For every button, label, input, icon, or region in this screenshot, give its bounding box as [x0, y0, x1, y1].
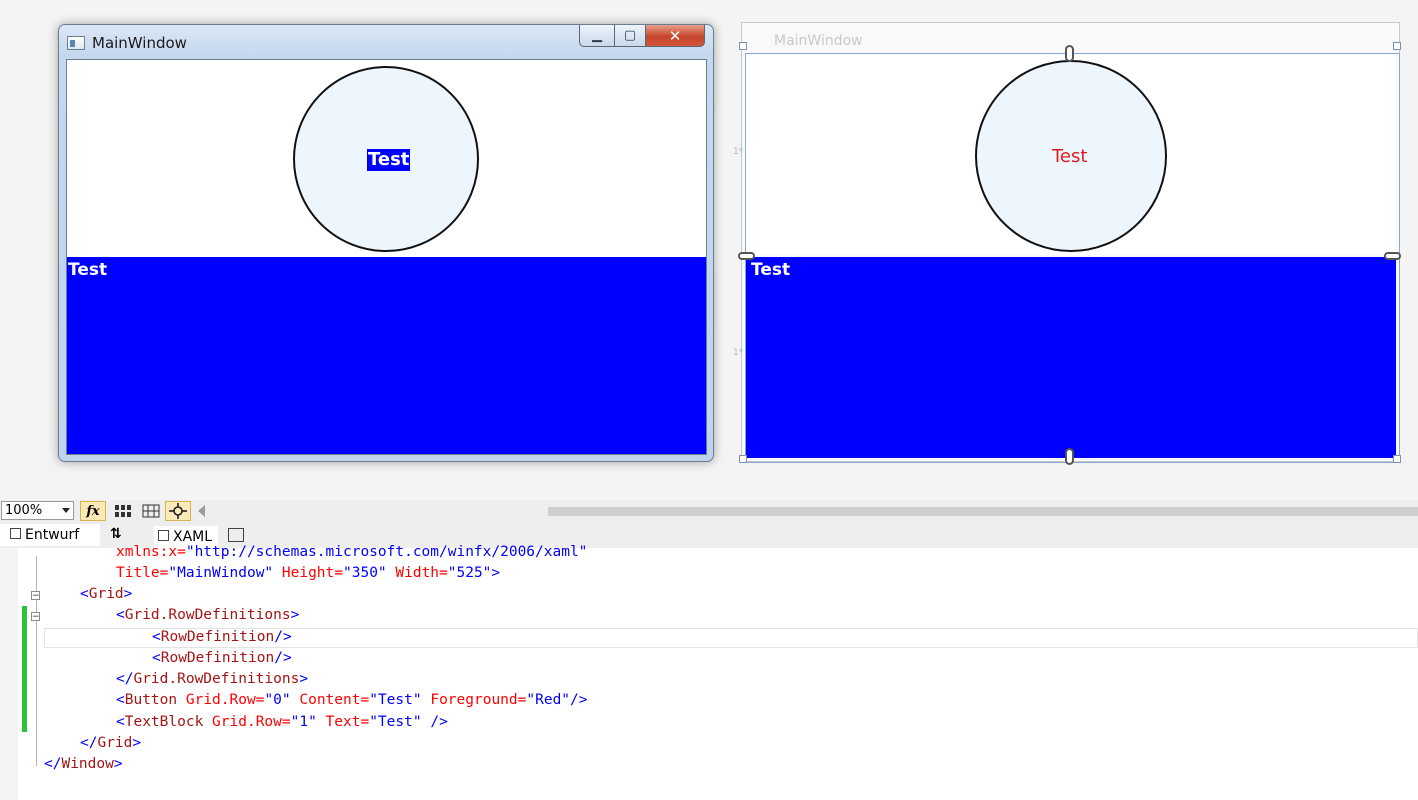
resize-handle-top-left[interactable]: [739, 42, 747, 50]
margin-adorner-left[interactable]: [738, 252, 755, 260]
scroll-left-arrow-icon[interactable]: [198, 505, 205, 517]
margin-adorner-bottom[interactable]: [1065, 448, 1074, 465]
minimize-button[interactable]: ▁: [579, 25, 615, 47]
test-button-content: Test: [367, 149, 411, 171]
code-line-1: xmlns:x="http://schemas.microsoft.com/wi…: [116, 544, 588, 560]
effects-toggle-button[interactable]: fx: [80, 501, 106, 521]
title-bar[interactable]: MainWindow ▁ ▢ ✕: [59, 25, 713, 59]
close-button[interactable]: ✕: [645, 25, 705, 47]
show-grid-button[interactable]: [110, 501, 136, 521]
margin-adorner-top[interactable]: [1065, 45, 1074, 62]
tab-design-label: Entwurf: [25, 527, 80, 543]
code-line-6: <RowDefinition/>: [152, 650, 292, 666]
code-line-11: </Window>: [44, 756, 123, 772]
snap-grid-icon: [142, 504, 160, 518]
horizontal-scrollbar[interactable]: [548, 507, 1418, 516]
xaml-designer-surface[interactable]: MainWindow Test Test 1* 1*: [733, 22, 1401, 465]
split-view-icon[interactable]: [228, 528, 244, 542]
resize-handle-bottom-left[interactable]: [739, 455, 747, 463]
snap-to-snaplines-button[interactable]: [165, 501, 191, 521]
swap-icon: ⇅: [110, 526, 122, 542]
close-icon: ✕: [668, 26, 682, 45]
code-line-10: </Grid>: [80, 735, 142, 751]
fx-icon: fx: [86, 503, 100, 519]
grid-row-1: Test: [67, 257, 706, 454]
margin-adorner-right[interactable]: [1384, 252, 1401, 260]
code-line-2: Title="MainWindow" Height="350" Width="5…: [116, 565, 501, 581]
resize-handle-bottom-right[interactable]: [1393, 455, 1401, 463]
chevron-down-icon: [62, 508, 70, 513]
design-view-icon: [10, 528, 21, 539]
code-line-3: <Grid>: [80, 586, 133, 602]
collapse-icon[interactable]: −: [31, 612, 40, 622]
resize-handle-top-right[interactable]: [1393, 42, 1401, 50]
maximize-icon: ▢: [623, 28, 637, 43]
row-size-marker-0[interactable]: 1*: [733, 147, 743, 157]
code-line-9: <TextBlock Grid.Row="1" Text="Test" />: [116, 714, 448, 730]
window-app-icon: [67, 36, 85, 50]
designer-test-textblock: Test: [751, 260, 791, 280]
running-main-window: MainWindow ▁ ▢ ✕ Test Test: [58, 24, 714, 462]
code-line-4: <Grid.RowDefinitions>: [116, 607, 300, 623]
grid-icon: [115, 505, 131, 517]
window-client-area: Test Test: [66, 59, 707, 455]
grid-row-0: Test: [67, 60, 706, 257]
editor-margin: [0, 548, 18, 800]
change-tracking-bar: [22, 606, 27, 732]
collapse-icon[interactable]: −: [31, 591, 40, 601]
designer-test-button-content: Test: [1052, 146, 1088, 167]
designer-window-title: MainWindow: [774, 33, 863, 49]
row-size-marker-1[interactable]: 1*: [733, 348, 743, 358]
outline-guide: [36, 556, 37, 766]
xaml-view-icon: [158, 530, 169, 541]
snapline-icon: [169, 503, 187, 519]
maximize-button[interactable]: ▢: [614, 25, 646, 47]
test-textblock: Test: [68, 260, 108, 280]
code-line-5: <RowDefinition/>: [152, 629, 292, 645]
zoom-value: 100%: [5, 503, 43, 518]
snap-to-grid-button[interactable]: [138, 501, 164, 521]
designer-grid-row-1[interactable]: Test: [746, 257, 1396, 458]
minimize-icon: ▁: [592, 28, 602, 43]
code-line-7: </Grid.RowDefinitions>: [116, 671, 309, 687]
window-title: MainWindow: [92, 34, 187, 52]
code-line-8: <Button Grid.Row="0" Content="Test" Fore…: [116, 692, 588, 708]
zoom-dropdown[interactable]: 100%: [1, 501, 74, 520]
